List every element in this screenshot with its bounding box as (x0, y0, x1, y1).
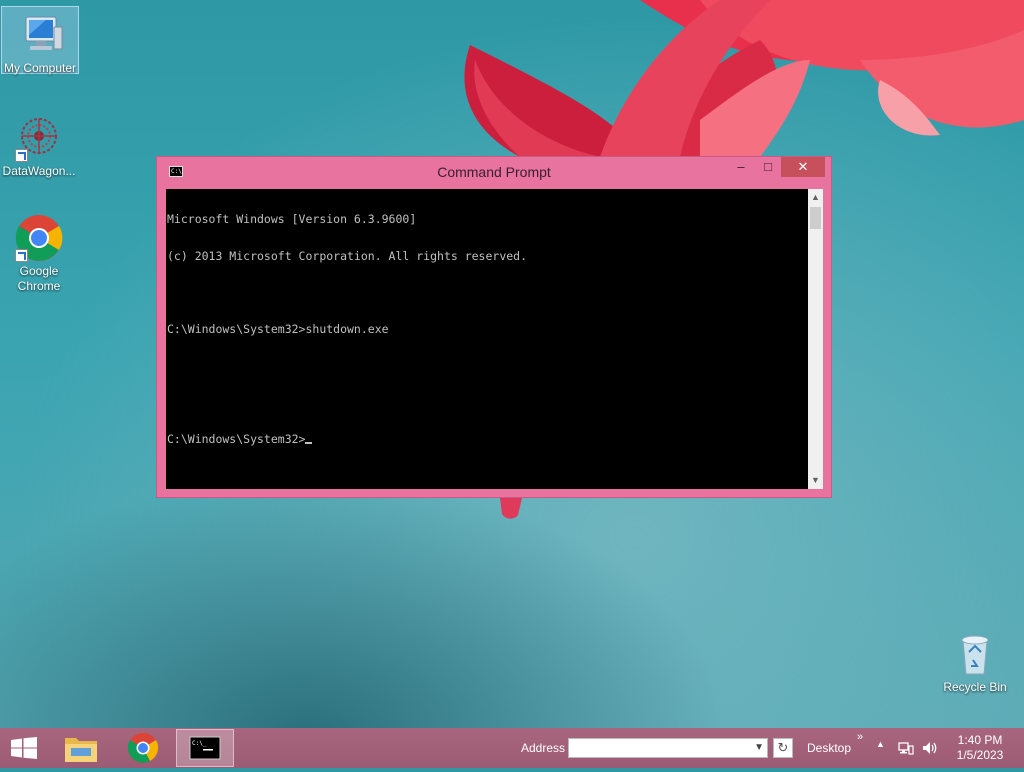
desktop-toolbar-label[interactable]: Desktop (807, 741, 851, 755)
network-icon[interactable] (898, 740, 914, 756)
console-output[interactable]: Microsoft Windows [Version 6.3.9600] (c)… (166, 189, 808, 489)
console-line: C:\Windows\System32>shutdown.exe (167, 322, 389, 337)
maximize-button[interactable]: □ (754, 157, 782, 177)
computer-icon (16, 11, 64, 59)
recycle-bin-icon (951, 630, 999, 678)
close-button[interactable]: ✕ (781, 157, 825, 177)
taskbar-command-prompt[interactable]: C:\_ (176, 729, 234, 767)
svg-text:C:\_: C:\_ (192, 740, 207, 747)
datawagon-icon (15, 114, 63, 162)
address-input[interactable]: ▼ (568, 738, 768, 758)
address-label: Address (521, 741, 566, 755)
taskbar-chrome[interactable] (114, 729, 172, 767)
desktop-icon-my-computer[interactable]: My Computer (1, 6, 79, 75)
console-prompt-line: C:\Windows\System32> (167, 433, 807, 445)
refresh-button[interactable]: ↻ (773, 738, 793, 758)
taskbar-file-explorer[interactable] (52, 729, 110, 767)
start-button[interactable] (0, 728, 48, 768)
chrome-icon (15, 214, 63, 262)
refresh-icon: ↻ (777, 740, 789, 755)
desktop-icon-label: My Computer (3, 61, 77, 75)
scroll-down-arrow-icon[interactable]: ▼ (808, 472, 823, 489)
desktop-icon-datawagon[interactable]: DataWagon... (1, 110, 77, 179)
toolbar-chevron-icon[interactable]: » (857, 731, 863, 743)
windows-logo-icon (11, 737, 37, 759)
desktop-icon-label: Recycle Bin (943, 680, 1007, 694)
clock-date: 1/5/2023 (956, 748, 1004, 762)
console-line: (c) 2013 Microsoft Corporation. All righ… (167, 249, 528, 263)
show-hidden-icons-button[interactable]: ▲ (876, 739, 885, 749)
desktop-icon-google-chrome[interactable]: Google Chrome (1, 210, 77, 294)
desktop-icon-label: DataWagon... (2, 164, 76, 178)
desktop-icon-recycle-bin[interactable]: Recycle Bin (937, 626, 1013, 695)
console-line: Microsoft Windows [Version 6.3.9600] (167, 212, 417, 227)
clock-time: 1:40 PM (957, 733, 1003, 747)
desktop-icon-label: Google Chrome (17, 264, 61, 293)
text-cursor (305, 441, 313, 444)
command-prompt-window[interactable]: C:\ Command Prompt – □ ✕ Microsoft Windo… (156, 156, 832, 498)
shortcut-arrow-icon (15, 249, 28, 262)
system-clock[interactable]: 1:40 PM 1/5/2023 (945, 733, 1015, 763)
console-prompt: C:\Windows\System32> (167, 431, 306, 446)
minimize-button[interactable]: – (727, 157, 755, 177)
chevron-down-icon[interactable]: ▼ (754, 739, 764, 757)
window-titlebar[interactable]: C:\ Command Prompt – □ ✕ (157, 157, 831, 188)
volume-icon[interactable] (921, 740, 939, 756)
shortcut-arrow-icon (15, 149, 28, 162)
taskbar: C:\_ Address ▼ ↻ Desktop » ▲ 1:40 PM 1/5… (0, 728, 1024, 768)
chrome-icon (127, 733, 159, 763)
scroll-thumb[interactable] (810, 207, 821, 229)
vertical-scrollbar[interactable]: ▲ ▼ (808, 189, 823, 489)
scroll-up-arrow-icon[interactable]: ▲ (808, 189, 823, 206)
cmd-icon: C:\_ (189, 736, 221, 760)
folder-icon (65, 738, 97, 762)
